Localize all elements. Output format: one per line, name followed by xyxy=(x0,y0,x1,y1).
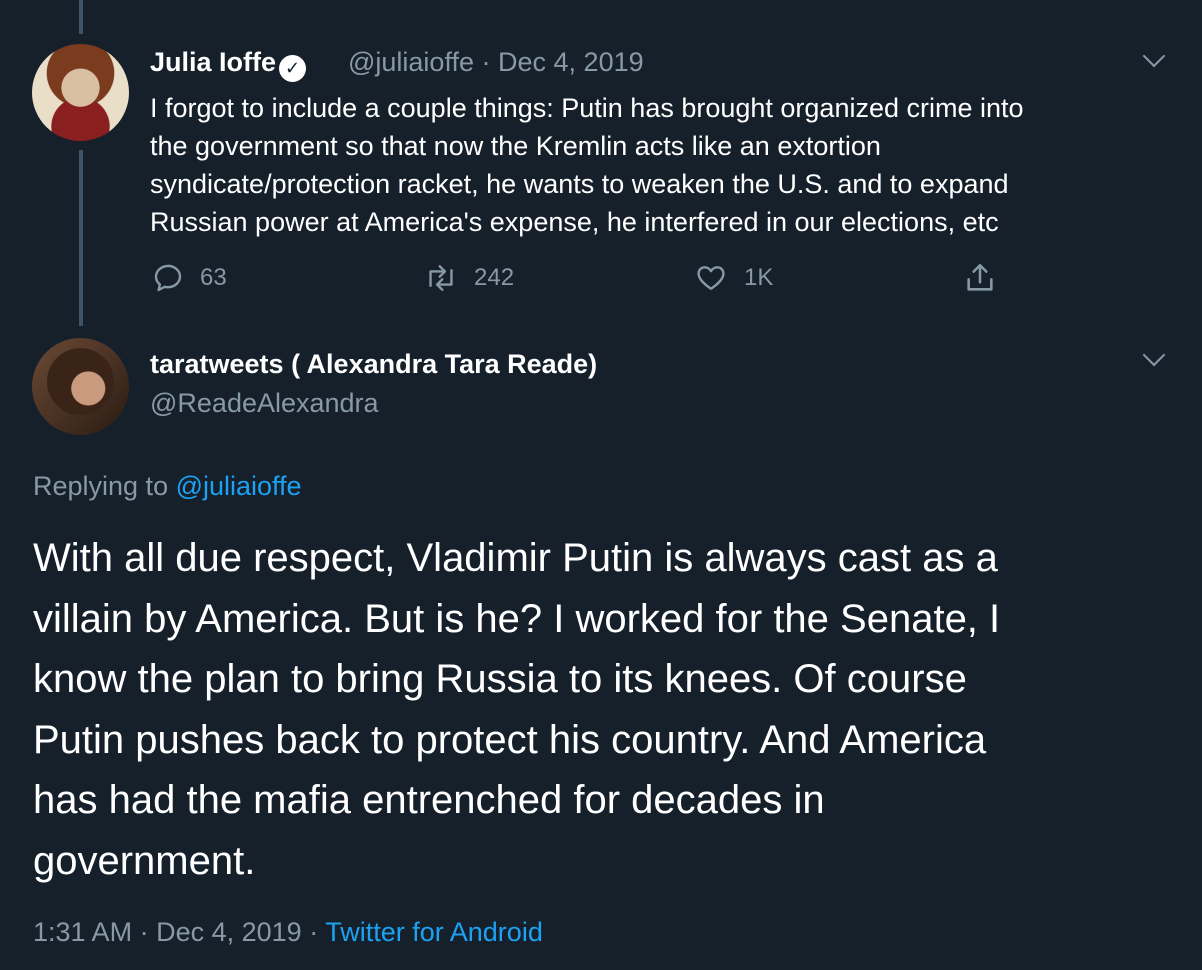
tweet-meta: 1:31 AM · Dec 4, 2019 · Twitter for Andr… xyxy=(33,917,543,948)
retweet-button[interactable]: 242 xyxy=(424,262,514,294)
tweet-date[interactable]: Dec 4, 2019 xyxy=(498,47,644,77)
replying-to-label: Replying to xyxy=(33,471,176,501)
tweet-text-line: syndicate/protection racket, he wants to… xyxy=(150,169,1009,199)
replying-to: Replying to @juliaioffe xyxy=(33,471,302,502)
tweet-time[interactable]: 1:31 AM xyxy=(33,917,132,947)
tweet-date[interactable]: Dec 4, 2019 xyxy=(156,917,302,947)
author-name[interactable]: taratweets ( Alexandra Tara Reade) xyxy=(150,349,597,380)
separator: · xyxy=(309,917,319,947)
reply-icon xyxy=(154,264,182,292)
chevron-down-icon[interactable] xyxy=(1142,343,1166,367)
tweet-source-link[interactable]: Twitter for Android xyxy=(325,917,543,947)
tweet-text-line: know the plan to bring Russia to its kne… xyxy=(33,657,967,701)
like-button[interactable]: 1K xyxy=(694,262,773,294)
reply-count: 63 xyxy=(200,264,227,291)
tweet-text-line: the government so that now the Kremlin a… xyxy=(150,131,881,161)
share-icon xyxy=(967,263,993,291)
separator: · xyxy=(139,917,149,947)
author-name[interactable]: Julia Ioffe xyxy=(150,47,276,77)
author-handle[interactable]: @ReadeAlexandra xyxy=(150,388,379,419)
avatar[interactable] xyxy=(32,338,129,435)
tweet-text-line: villain by America. But is he? I worked … xyxy=(33,596,1001,641)
tweet-text: With all due respect, Vladimir Putin is … xyxy=(33,528,1153,891)
thread-line-top xyxy=(79,0,83,34)
replying-to-link[interactable]: @juliaioffe xyxy=(176,471,302,501)
like-count: 1K xyxy=(744,264,774,291)
tweet-text-line: I forgot to include a couple things: Put… xyxy=(150,93,1024,123)
tweet-text-line: Russian power at America's expense, he i… xyxy=(150,207,999,237)
thread-line-connector xyxy=(79,150,83,326)
retweet-count: 242 xyxy=(474,264,515,291)
tweet-text-line: With all due respect, Vladimir Putin is … xyxy=(33,536,998,580)
heart-icon xyxy=(697,266,725,290)
tweet-text-line: government. xyxy=(33,838,256,883)
verified-badge-icon: ✓ xyxy=(279,55,307,82)
avatar[interactable] xyxy=(32,44,129,141)
author-handle[interactable]: @juliaioffe xyxy=(348,47,474,77)
tweet-text-line: has had the mafia entrenched for decades… xyxy=(33,778,825,822)
chevron-down-icon[interactable] xyxy=(1142,44,1166,68)
reply-button[interactable]: 63 xyxy=(152,262,227,294)
retweet-icon xyxy=(429,265,453,291)
tweet-text: I forgot to include a couple things: Put… xyxy=(150,89,1170,241)
separator: · xyxy=(481,47,491,77)
tweet-text-line: Putin pushes back to protect his country… xyxy=(33,717,987,762)
share-button[interactable] xyxy=(963,262,1013,294)
